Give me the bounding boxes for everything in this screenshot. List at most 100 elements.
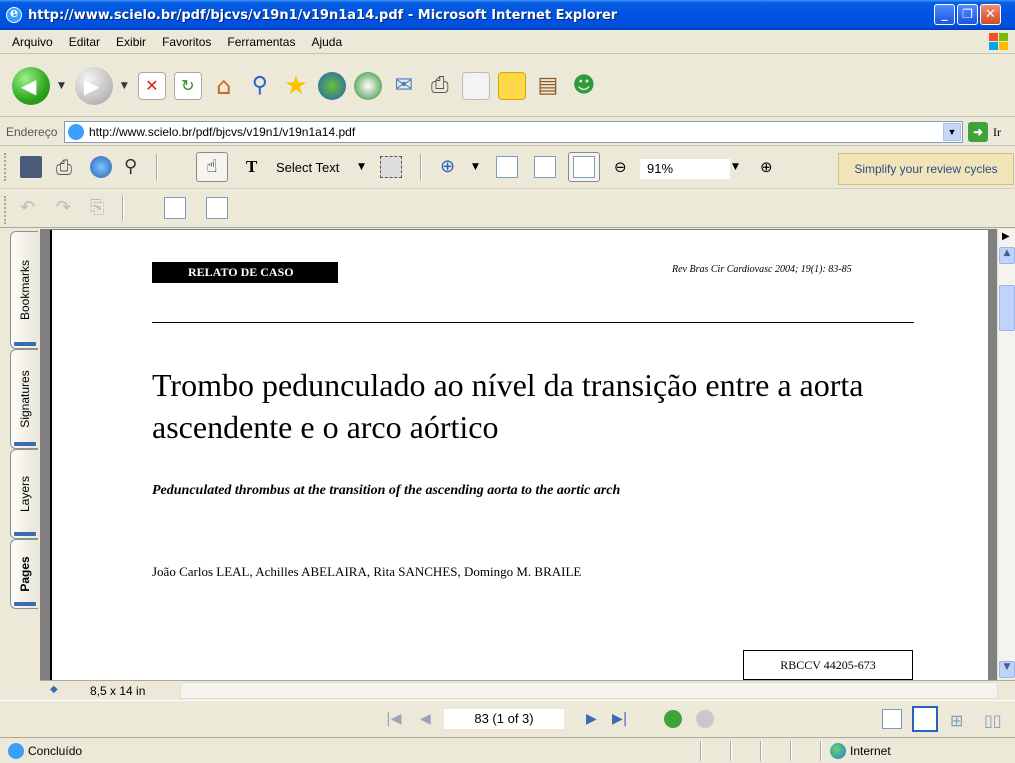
forward-arrow-icon: ▶ xyxy=(83,73,100,98)
refresh-icon[interactable]: ↻ xyxy=(173,71,202,100)
vertical-scrollbar[interactable]: ▶ ▲ ▼ xyxy=(997,229,1015,679)
zoom-dropdown-icon[interactable]: ▼ xyxy=(732,156,754,178)
rotate-counterclockwise-icon[interactable] xyxy=(206,197,228,219)
next-page-icon[interactable]: ▶ xyxy=(586,711,597,727)
horizontal-scrollbar[interactable] xyxy=(180,682,998,699)
copy-icon[interactable]: ⎘ xyxy=(90,197,112,219)
promo-banner[interactable]: Simplify your review cycles xyxy=(838,153,1014,185)
page-size: 8,5 x 14 in xyxy=(90,684,146,698)
tab-signatures[interactable]: Signatures xyxy=(10,349,38,449)
address-url[interactable]: http://www.scielo.br/pdf/bjcvs/v19n1/v19… xyxy=(89,125,355,139)
address-field[interactable]: http://www.scielo.br/pdf/bjcvs/v19n1/v19… xyxy=(64,121,963,143)
toolbar-grip[interactable] xyxy=(4,196,7,224)
select-text-icon[interactable]: T xyxy=(246,156,268,178)
close-button[interactable]: ✕ xyxy=(980,4,1001,25)
email-icon[interactable] xyxy=(90,156,112,178)
divider xyxy=(152,322,914,323)
back-dropdown-icon[interactable]: ▼ xyxy=(58,81,65,91)
menu-arquivo[interactable]: Arquivo xyxy=(4,35,61,49)
address-label: Endereço xyxy=(6,125,58,139)
print-icon[interactable]: ⎙ xyxy=(426,72,454,100)
previous-view-icon[interactable] xyxy=(664,710,682,728)
tab-bookmarks[interactable]: Bookmarks xyxy=(10,231,38,349)
security-zone: Internet xyxy=(850,744,891,758)
continuous-facing-icon[interactable]: ⊞ xyxy=(950,711,963,730)
find-binoculars-icon[interactable]: ⚲ xyxy=(124,156,146,178)
internet-zone-icon xyxy=(830,743,846,759)
menu-ajuda[interactable]: Ajuda xyxy=(303,35,350,49)
next-view-icon[interactable] xyxy=(696,710,714,728)
acrobat-toolbar: ⎙ ⚲ ☝ T Select Text ▼ ⊕ ▼ ⊖ 91% ▼ ⊕ Simp… xyxy=(0,147,1015,189)
discuss-icon[interactable] xyxy=(497,71,526,100)
zoom-tool-dropdown-icon[interactable]: ▼ xyxy=(472,156,494,178)
address-bar: Endereço http://www.scielo.br/pdf/bjcvs/… xyxy=(0,118,1015,146)
home-icon[interactable]: ⌂ xyxy=(210,72,238,100)
rotate-clockwise-icon[interactable] xyxy=(164,197,186,219)
redo-icon[interactable]: ↷ xyxy=(56,197,78,219)
toolbar-grip[interactable] xyxy=(4,153,7,181)
article-title: Trombo pedunculado ao nível da transição… xyxy=(152,367,864,445)
select-text-button[interactable]: Select Text xyxy=(276,160,339,175)
forward-button[interactable]: ▶ xyxy=(74,66,113,105)
favorites-star-icon[interactable]: ★ xyxy=(282,72,310,100)
status-bar: Concluído Internet xyxy=(0,737,1015,763)
history-icon[interactable] xyxy=(353,71,382,100)
page-icon xyxy=(68,124,84,140)
menu-favoritos[interactable]: Favoritos xyxy=(154,35,219,49)
zoom-in-tool-icon[interactable]: ⊕ xyxy=(440,156,462,178)
stop-icon[interactable]: ✕ xyxy=(137,71,166,100)
single-page-icon[interactable] xyxy=(882,709,902,729)
tab-layers[interactable]: Layers xyxy=(10,449,38,539)
menu-exibir[interactable]: Exibir xyxy=(108,35,154,49)
scroll-down-icon[interactable]: ▼ xyxy=(999,661,1015,678)
scroll-up-icon[interactable]: ▲ xyxy=(999,247,1015,264)
go-button[interactable]: Ir xyxy=(993,125,1001,140)
tab-pages[interactable]: Pages xyxy=(10,539,38,609)
forward-dropdown-icon[interactable]: ▼ xyxy=(121,81,128,91)
edit-icon[interactable] xyxy=(461,71,490,100)
last-page-icon[interactable]: ▶| xyxy=(612,711,627,727)
pdf-page[interactable]: RELATO DE CASO Rev Bras Cir Cardiovasc 2… xyxy=(50,230,988,680)
undo-icon[interactable]: ↶ xyxy=(20,197,42,219)
zoom-out-icon[interactable]: ⊖ xyxy=(614,156,636,178)
search-icon[interactable]: ⚲ xyxy=(246,72,274,100)
page-number-field[interactable]: 83 (1 of 3) xyxy=(444,709,564,729)
status-text: Concluído xyxy=(28,744,83,758)
mail-icon[interactable]: ✉ xyxy=(390,72,418,100)
fit-page-icon[interactable] xyxy=(534,156,556,178)
first-page-icon[interactable]: |◀ xyxy=(386,711,401,727)
save-icon[interactable] xyxy=(20,156,42,178)
actual-size-icon[interactable] xyxy=(496,156,518,178)
go-arrow-icon[interactable]: ➜ xyxy=(968,122,988,142)
address-dropdown-icon[interactable]: ▼ xyxy=(943,123,961,141)
navigation-tabs: Bookmarks Signatures Layers Pages xyxy=(8,229,40,685)
maximize-button[interactable]: ❐ xyxy=(957,4,978,25)
article-authors: João Carlos LEAL, Achilles ABELAIRA, Rit… xyxy=(152,564,582,579)
minimize-button[interactable]: _ xyxy=(934,4,955,25)
previous-page-icon[interactable]: ◀ xyxy=(420,711,431,727)
page-size-icon: ◆ xyxy=(50,684,58,695)
continuous-icon[interactable] xyxy=(912,706,938,732)
research-icon[interactable]: ▤ xyxy=(534,72,562,100)
scroll-thumb[interactable] xyxy=(999,285,1015,331)
zoom-field[interactable]: 91% xyxy=(640,159,730,179)
snapshot-icon[interactable] xyxy=(380,156,402,178)
media-icon[interactable] xyxy=(317,71,346,100)
menu-editar[interactable]: Editar xyxy=(61,35,108,49)
internet-explorer-icon xyxy=(6,6,22,23)
fit-width-icon xyxy=(573,156,595,178)
print-icon[interactable]: ⎙ xyxy=(56,156,78,178)
hand-tool-icon: ☝ xyxy=(206,156,218,177)
select-text-dropdown-icon[interactable]: ▼ xyxy=(358,156,380,178)
facing-icon[interactable]: ▯▯ xyxy=(984,711,1002,730)
article-subtitle: Pedunculated thrombus at the transition … xyxy=(152,483,621,498)
messenger-icon[interactable]: ☻ xyxy=(570,72,598,100)
page-navigation-bar: |◀ ◀ 83 (1 of 3) ▶ ▶| ⊞ ▯▯ xyxy=(0,700,1015,736)
back-button[interactable]: ◀ xyxy=(12,66,50,105)
page-menu-arrow-icon[interactable]: ▶ xyxy=(1002,231,1010,242)
windows-logo-icon xyxy=(989,33,1009,51)
section-label: RELATO DE CASO xyxy=(152,262,338,283)
menu-ferramentas[interactable]: Ferramentas xyxy=(219,35,303,49)
zoom-in-icon[interactable]: ⊕ xyxy=(760,156,782,178)
ie-toolbar: ◀ ▼ ▶ ▼ ✕ ↻ ⌂ ⚲ ★ ✉ ⎙ ▤ ☻ xyxy=(0,55,1015,117)
